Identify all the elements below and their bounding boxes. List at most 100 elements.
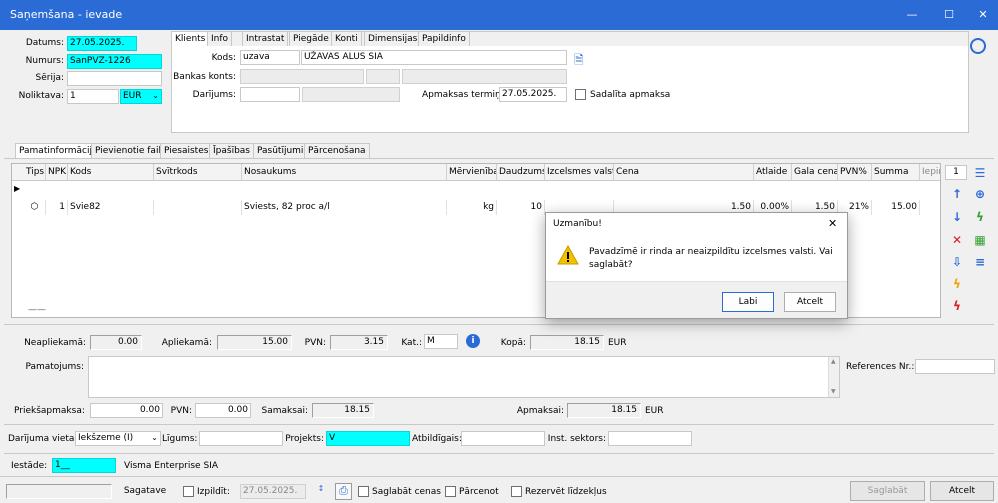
scroll-down-icon[interactable]: ▼ <box>831 388 836 395</box>
saglabat-cenas-checkbox[interactable] <box>358 486 369 497</box>
atbildigais-field[interactable] <box>461 431 545 446</box>
currency-select[interactable]: EUR ⌄ <box>120 89 162 104</box>
darijuma-vieta-select[interactable]: Iekšzeme (I) ⌄ <box>75 431 161 446</box>
cell-nosaukums[interactable]: Sviests, 82 proc a/l <box>242 200 447 215</box>
kopa-value: 18.15 <box>530 335 604 350</box>
sort-icon[interactable]: ↕ <box>313 484 329 500</box>
serija-field[interactable] <box>67 71 162 86</box>
parcenot-checkbox[interactable] <box>445 486 456 497</box>
tab-pievienotie-faili[interactable]: Pievienotie faili <box>91 143 168 158</box>
scroll-up-icon[interactable]: ▲ <box>831 358 836 365</box>
bankas-konts-field[interactable] <box>240 69 364 84</box>
maximize-button[interactable]: ☐ <box>942 8 956 22</box>
darijums-label: Darījums: <box>192 90 236 100</box>
darijums-name-field[interactable] <box>302 87 400 102</box>
lightning-icon[interactable]: ϟ <box>973 210 987 224</box>
col-cena[interactable]: Cena <box>614 164 754 181</box>
tab-piegade[interactable]: Piegāde <box>289 31 333 46</box>
references-field[interactable] <box>915 359 995 374</box>
tab-intrastat[interactable]: Intrastat <box>242 31 289 46</box>
lightning-red-icon[interactable]: ϟ <box>950 299 964 313</box>
col-tips[interactable]: Tips <box>24 164 46 181</box>
bankas-konts-field-2[interactable] <box>366 69 400 84</box>
iestade-field[interactable]: 1__ <box>52 458 116 473</box>
apmaksas-termins-field[interactable]: 27.05.2025. <box>499 87 567 102</box>
calculator-icon[interactable]: ▦ <box>973 233 987 247</box>
insert-row-icon[interactable]: ⊕ <box>973 187 987 201</box>
tab-info[interactable]: Info <box>207 31 233 46</box>
table-row[interactable]: ▶ ⬡ 1 Svie82 Sviests, 82 proc a/l kg 10 … <box>12 182 940 215</box>
izpildit-checkbox[interactable] <box>183 486 194 497</box>
tab-papildinfo[interactable]: Papildinfo <box>418 31 470 46</box>
col-izcelsmes-valsts[interactable]: Izcelsmes valsts <box>545 164 614 181</box>
close-button[interactable]: ✕ <box>976 8 990 22</box>
cell-daudzums[interactable]: 10 <box>497 200 545 215</box>
labi-button[interactable]: Labi <box>722 292 774 312</box>
col-summa[interactable]: Summa <box>872 164 920 181</box>
col-atlaide[interactable]: Atlaide <box>754 164 792 181</box>
kat-field[interactable]: M <box>424 334 458 349</box>
tab-parcenosana[interactable]: Pārcenošana <box>304 143 370 158</box>
atcelt-button[interactable]: Atcelt <box>930 481 994 501</box>
col-iepir[interactable]: Iepir <box>920 164 940 181</box>
arrow-down-icon[interactable]: ↓ <box>950 210 964 224</box>
izpildit-date[interactable]: 27.05.2025. <box>240 484 306 499</box>
minimize-button[interactable]: — <box>905 8 919 22</box>
cell-mervieniba[interactable]: kg <box>447 200 497 215</box>
pvn-value: 3.15 <box>330 335 388 350</box>
info-icon[interactable]: i <box>466 334 480 348</box>
projekts-field[interactable]: V <box>326 431 410 446</box>
tab-dimensijas[interactable]: Dimensijas <box>364 31 422 46</box>
tab-pasutijumi[interactable]: Pasūtījumi <box>253 143 308 158</box>
list-add-icon[interactable]: ≡ <box>973 255 987 269</box>
bankas-konts-field-3[interactable] <box>402 69 567 84</box>
rezervet-checkbox[interactable] <box>511 486 522 497</box>
col-gala-cena[interactable]: Gala cena <box>792 164 838 181</box>
priekssapmaksa-field[interactable]: 0.00 <box>90 403 163 418</box>
ligums-field[interactable] <box>199 431 283 446</box>
pamatojums-scrollbar[interactable]: ▲ ▼ <box>828 357 839 397</box>
col-mervieniba[interactable]: Mērvienība <box>447 164 497 181</box>
col-kods[interactable]: Kods <box>68 164 154 181</box>
datums-field[interactable]: 27.05.2025. <box>67 36 137 51</box>
lightning-yellow-icon[interactable]: ϟ <box>950 277 964 291</box>
iestade-label: Iestāde: <box>11 461 48 471</box>
col-pvn[interactable]: PVN% <box>838 164 872 181</box>
darijums-field[interactable] <box>240 87 300 102</box>
cell-svitrkods[interactable] <box>154 200 242 215</box>
col-npk[interactable]: NPK <box>46 164 68 181</box>
dialog-cancel-button[interactable]: Atcelt <box>784 292 836 312</box>
cell-kods[interactable]: Svie82 <box>68 200 154 215</box>
cell-summa[interactable]: 15.00 <box>872 200 920 215</box>
pamatojums-textarea[interactable]: ▲ ▼ <box>88 356 840 398</box>
inst-sektors-field[interactable] <box>608 431 692 446</box>
sadalita-apmaksa-checkbox[interactable] <box>575 89 586 100</box>
noliktava-field[interactable]: 1 <box>67 89 119 104</box>
kods-field[interactable]: uzava <box>240 50 300 65</box>
row-counter[interactable]: 1 <box>945 165 967 180</box>
numurs-field[interactable]: SanPVZ-1226 <box>67 54 162 69</box>
tab-piesaistes[interactable]: Piesaistes <box>160 143 213 158</box>
col-nosaukums[interactable]: Nosaukums <box>242 164 447 181</box>
expand-icon[interactable]: ☰ <box>973 166 987 180</box>
tab-klients[interactable]: Klients <box>171 31 210 46</box>
client-name-field[interactable]: UŽAVAS ALUS SIA <box>301 50 567 65</box>
saglabat-button[interactable]: Saglabāt <box>850 481 925 501</box>
tab-pamatinformacija[interactable]: Pamatinformācija <box>15 143 102 158</box>
import-icon[interactable]: ⇩ <box>950 255 964 269</box>
chat-icon[interactable] <box>970 38 986 54</box>
tab-konti[interactable]: Konti <box>331 31 362 46</box>
col-daudzums[interactable]: Daudzums <box>497 164 545 181</box>
cell-npk[interactable]: 1 <box>46 200 68 215</box>
print-icon[interactable]: ⎙ <box>335 483 352 500</box>
tab-ipasibas[interactable]: Īpašības <box>209 143 254 158</box>
dialog-message-line1: Pavadzīmē ir rinda ar neaizpildītu izcel… <box>589 247 833 257</box>
col-svitrkods[interactable]: Svītrkods <box>154 164 242 181</box>
arrow-up-icon[interactable]: ↑ <box>950 187 964 201</box>
pvn-label: PVN: <box>304 338 326 348</box>
delete-icon[interactable]: ✕ <box>950 233 964 247</box>
document-icon[interactable]: 🗎 <box>574 51 588 67</box>
payments-pvn-field[interactable]: 0.00 <box>195 403 251 418</box>
dialog-close-icon[interactable]: ✕ <box>828 217 837 230</box>
parcenot-label: Pārcenot <box>459 487 499 497</box>
